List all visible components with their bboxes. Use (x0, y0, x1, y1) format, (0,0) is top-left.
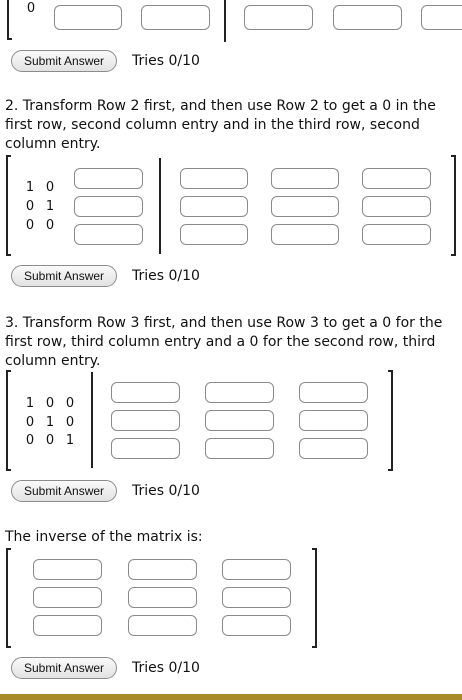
matrix-cell-value: 1 (45, 199, 55, 214)
matrix-cell-value: 0 (25, 415, 35, 430)
answer-input[interactable] (271, 196, 339, 217)
answer-input[interactable] (244, 5, 313, 30)
footer-accent-bar (0, 694, 462, 700)
matrix-cell-value: 0 (25, 218, 35, 233)
answer-input[interactable] (222, 559, 291, 580)
answer-input[interactable] (33, 587, 102, 608)
answer-input[interactable] (299, 382, 368, 403)
answer-input[interactable] (299, 410, 368, 431)
matrix-bracket-left (6, 155, 11, 256)
answer-input[interactable] (362, 168, 431, 189)
answer-input[interactable] (180, 196, 248, 217)
augment-divider (159, 158, 161, 254)
augment-divider (224, 0, 226, 42)
answer-input[interactable] (362, 224, 431, 245)
answer-input[interactable] (74, 224, 143, 245)
matrix-bracket-right (312, 548, 317, 648)
matrix-cell-value: 0 (45, 218, 55, 233)
submit-answer-button[interactable]: Submit Answer (11, 657, 118, 679)
answer-input[interactable] (128, 587, 197, 608)
answer-input[interactable] (271, 224, 339, 245)
answer-input[interactable] (421, 5, 462, 30)
answer-input[interactable] (33, 559, 102, 580)
answer-input[interactable] (222, 615, 291, 636)
matrix-cell-value: 0 (65, 415, 75, 430)
answer-input[interactable] (74, 196, 143, 217)
matrix-cell-value: 0 (45, 180, 55, 195)
matrix-bracket-left (6, 370, 11, 471)
submit-answer-button[interactable]: Submit Answer (11, 265, 118, 287)
matrix-cell-value: 0 (25, 199, 35, 214)
answer-input[interactable] (111, 438, 180, 459)
step3-instruction: 3. Transform Row 3 first, and then use R… (5, 315, 443, 369)
inverse-instruction: The inverse of the matrix is: (5, 529, 203, 545)
answer-input[interactable] (128, 559, 197, 580)
tries-counter: Tries 0/10 (132, 483, 200, 499)
matrix-cell-value: 0 (45, 433, 55, 448)
answer-input[interactable] (180, 224, 248, 245)
matrix-cell-value: 0 (65, 396, 75, 411)
answer-input[interactable] (205, 438, 274, 459)
answer-input[interactable] (299, 438, 368, 459)
answer-input[interactable] (111, 382, 180, 403)
matrix-cell-value: 0 (25, 433, 35, 448)
matrix-bracket-right (388, 370, 393, 471)
answer-input[interactable] (180, 168, 248, 189)
answer-input[interactable] (33, 615, 102, 636)
step2-instruction: 2. Transform Row 2 first, and then use R… (5, 98, 436, 152)
answer-input[interactable] (222, 587, 291, 608)
matrix-bracket-left (6, 548, 11, 648)
submit-answer-button[interactable]: Submit Answer (11, 50, 118, 72)
answer-input[interactable] (205, 410, 274, 431)
answer-input[interactable] (271, 168, 339, 189)
tries-counter: Tries 0/10 (132, 53, 200, 69)
matrix-cell-value: 0 (26, 1, 36, 16)
answer-input[interactable] (54, 5, 122, 30)
matrix-cell-value: 0 (45, 396, 55, 411)
tries-counter: Tries 0/10 (132, 660, 200, 676)
tries-counter: Tries 0/10 (132, 268, 200, 284)
matrix-cell-value: 1 (25, 180, 35, 195)
answer-input[interactable] (111, 410, 180, 431)
answer-input[interactable] (333, 5, 402, 30)
answer-input[interactable] (128, 615, 197, 636)
submit-answer-button[interactable]: Submit Answer (11, 480, 118, 502)
matrix-cell-value: 1 (25, 396, 35, 411)
matrix-cell-value: 1 (45, 415, 55, 430)
matrix-bracket-left (7, 0, 12, 40)
answer-input[interactable] (362, 196, 431, 217)
matrix-cell-value: 1 (65, 433, 75, 448)
matrix-bracket-right (451, 155, 456, 256)
answer-input[interactable] (205, 382, 274, 403)
answer-input[interactable] (74, 168, 143, 189)
answer-input[interactable] (141, 5, 210, 30)
augment-divider (91, 372, 93, 468)
